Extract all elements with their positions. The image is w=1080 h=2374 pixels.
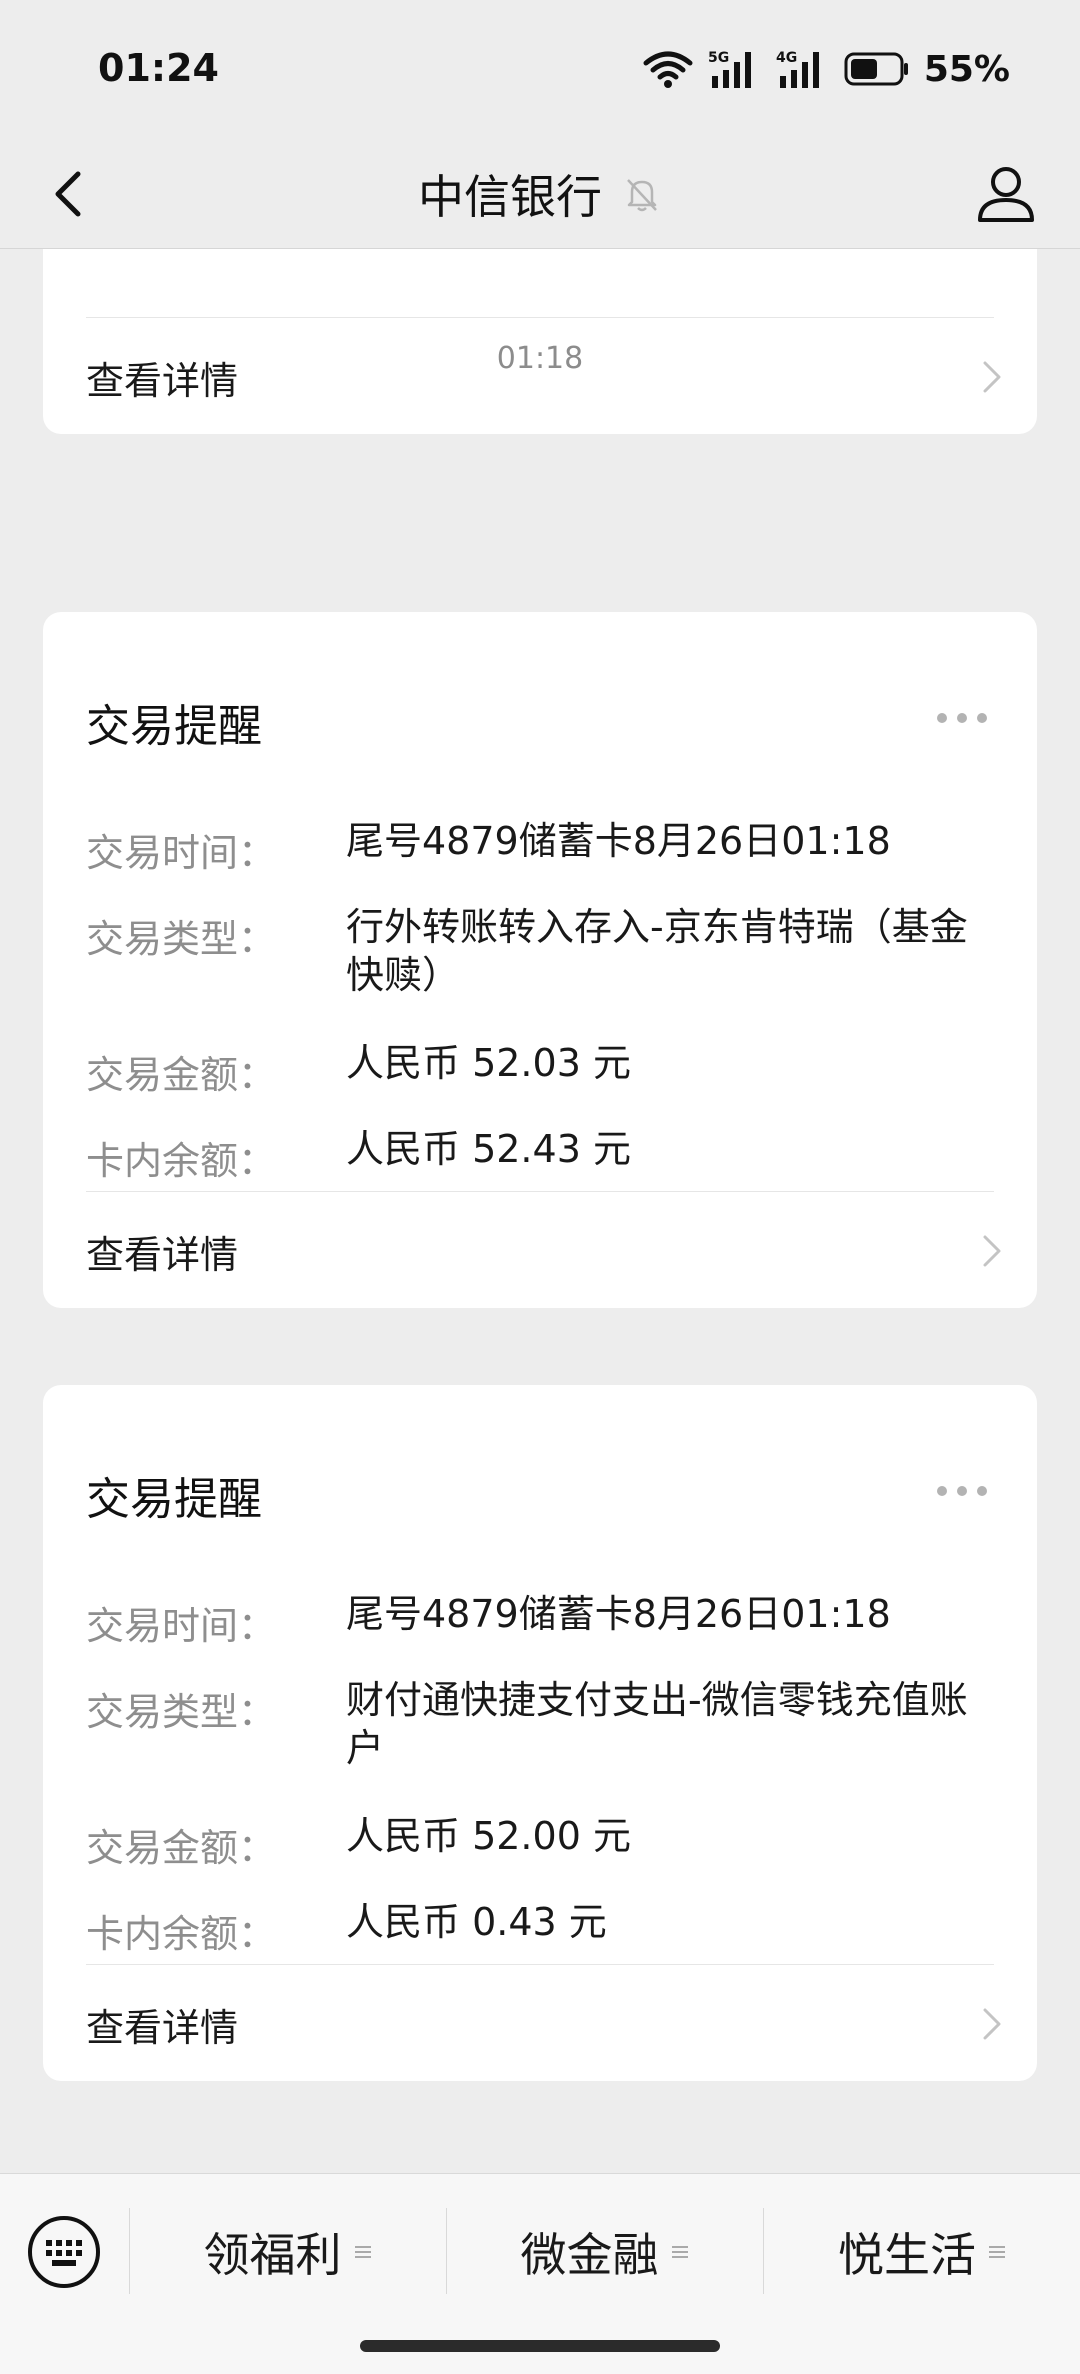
- battery-percent: 55%: [923, 48, 1010, 90]
- field-label-amount: 交易金额：: [86, 1053, 277, 1097]
- signal-5g-icon: 5G: [708, 50, 751, 88]
- card-title: 交易提醒: [86, 701, 262, 752]
- field-value-balance: 人民币 52.43 元: [346, 1127, 631, 1171]
- field-label-time: 交易时间：: [86, 831, 277, 875]
- more-options-icon[interactable]: [935, 1483, 989, 1499]
- chat-title: 中信银行: [418, 170, 602, 224]
- svg-text:4G: 4G: [776, 50, 797, 66]
- field-value-amount: 人民币 52.00 元: [346, 1814, 631, 1858]
- field-label-balance: 卡内余额：: [86, 1139, 277, 1183]
- chevron-right-icon: [983, 1235, 1001, 1267]
- field-label-balance: 卡内余额：: [86, 1912, 277, 1956]
- view-details-label: 查看详情: [86, 2005, 239, 2050]
- field-value-time: 尾号4879储蓄卡8月26日01:18: [346, 819, 891, 863]
- nav-title-wrap: 中信银行: [0, 140, 1080, 248]
- menu-item-label: 悦生活: [838, 2228, 976, 2282]
- message-list[interactable]: 查看详情 01:18 交易提醒 交易时间： 尾号4879储蓄卡8月26日01:1…: [0, 249, 1080, 2173]
- view-details-button[interactable]: 查看详情: [86, 1965, 1007, 2083]
- menu-item-label: 微金融: [520, 2228, 659, 2282]
- field-label-amount: 交易金额：: [86, 1826, 277, 1870]
- field-value-balance: 人民币 0.43 元: [346, 1900, 607, 1944]
- menu-item-benefits[interactable]: 领福利: [130, 2192, 445, 2312]
- field-value-type: 行外转账转入存入-京东肯特瑞（基金快赎）: [346, 905, 968, 997]
- status-time: 01:24: [98, 46, 219, 90]
- chevron-right-icon: [983, 2008, 1001, 2040]
- menu-item-lifestyle[interactable]: 悦生活: [764, 2192, 1080, 2312]
- field-value-time: 尾号4879储蓄卡8月26日01:18: [346, 1592, 891, 1636]
- submenu-icon: [354, 2246, 371, 2258]
- battery-icon: [844, 52, 908, 86]
- field-label-time: 交易时间：: [86, 1604, 277, 1648]
- mute-bell-icon: [627, 179, 657, 212]
- card-title: 交易提醒: [86, 1474, 262, 1525]
- view-details-button[interactable]: 查看详情: [86, 318, 1007, 436]
- home-indicator[interactable]: [360, 2340, 720, 2352]
- signal-4g-icon: 4G: [776, 50, 819, 88]
- view-details-button[interactable]: 查看详情: [86, 1192, 1007, 1310]
- more-options-icon[interactable]: [935, 710, 989, 726]
- transaction-card: 交易提醒 交易时间： 尾号4879储蓄卡8月26日01:18 交易类型： 财付通…: [43, 1385, 1037, 2081]
- transaction-card: 交易提醒 交易时间： 尾号4879储蓄卡8月26日01:18 交易类型： 行外转…: [43, 612, 1037, 1308]
- field-label-type: 交易类型：: [86, 1690, 277, 1734]
- status-icons: 5G 4G 55%: [642, 48, 1010, 90]
- message-timestamp: 01:18: [496, 341, 584, 376]
- field-value-amount: 人民币 52.03 元: [346, 1041, 631, 1085]
- view-details-label: 查看详情: [86, 1232, 239, 1277]
- menu-item-label: 领福利: [203, 2228, 342, 2282]
- status-bar: 01:24 5G 4G 55%: [0, 0, 1080, 140]
- nav-bar: 中信银行: [0, 140, 1080, 249]
- submenu-icon: [989, 2246, 1005, 2258]
- keyboard-icon[interactable]: [26, 2214, 102, 2290]
- menu-item-finance[interactable]: 微金融: [447, 2192, 762, 2312]
- user-profile-icon[interactable]: [972, 160, 1040, 228]
- field-value-type: 财付通快捷支付支出-微信零钱充值账户: [346, 1678, 968, 1770]
- wifi-icon: [643, 51, 693, 88]
- submenu-icon: [671, 2246, 688, 2258]
- svg-text:5G: 5G: [708, 50, 729, 66]
- field-label-type: 交易类型：: [86, 917, 277, 961]
